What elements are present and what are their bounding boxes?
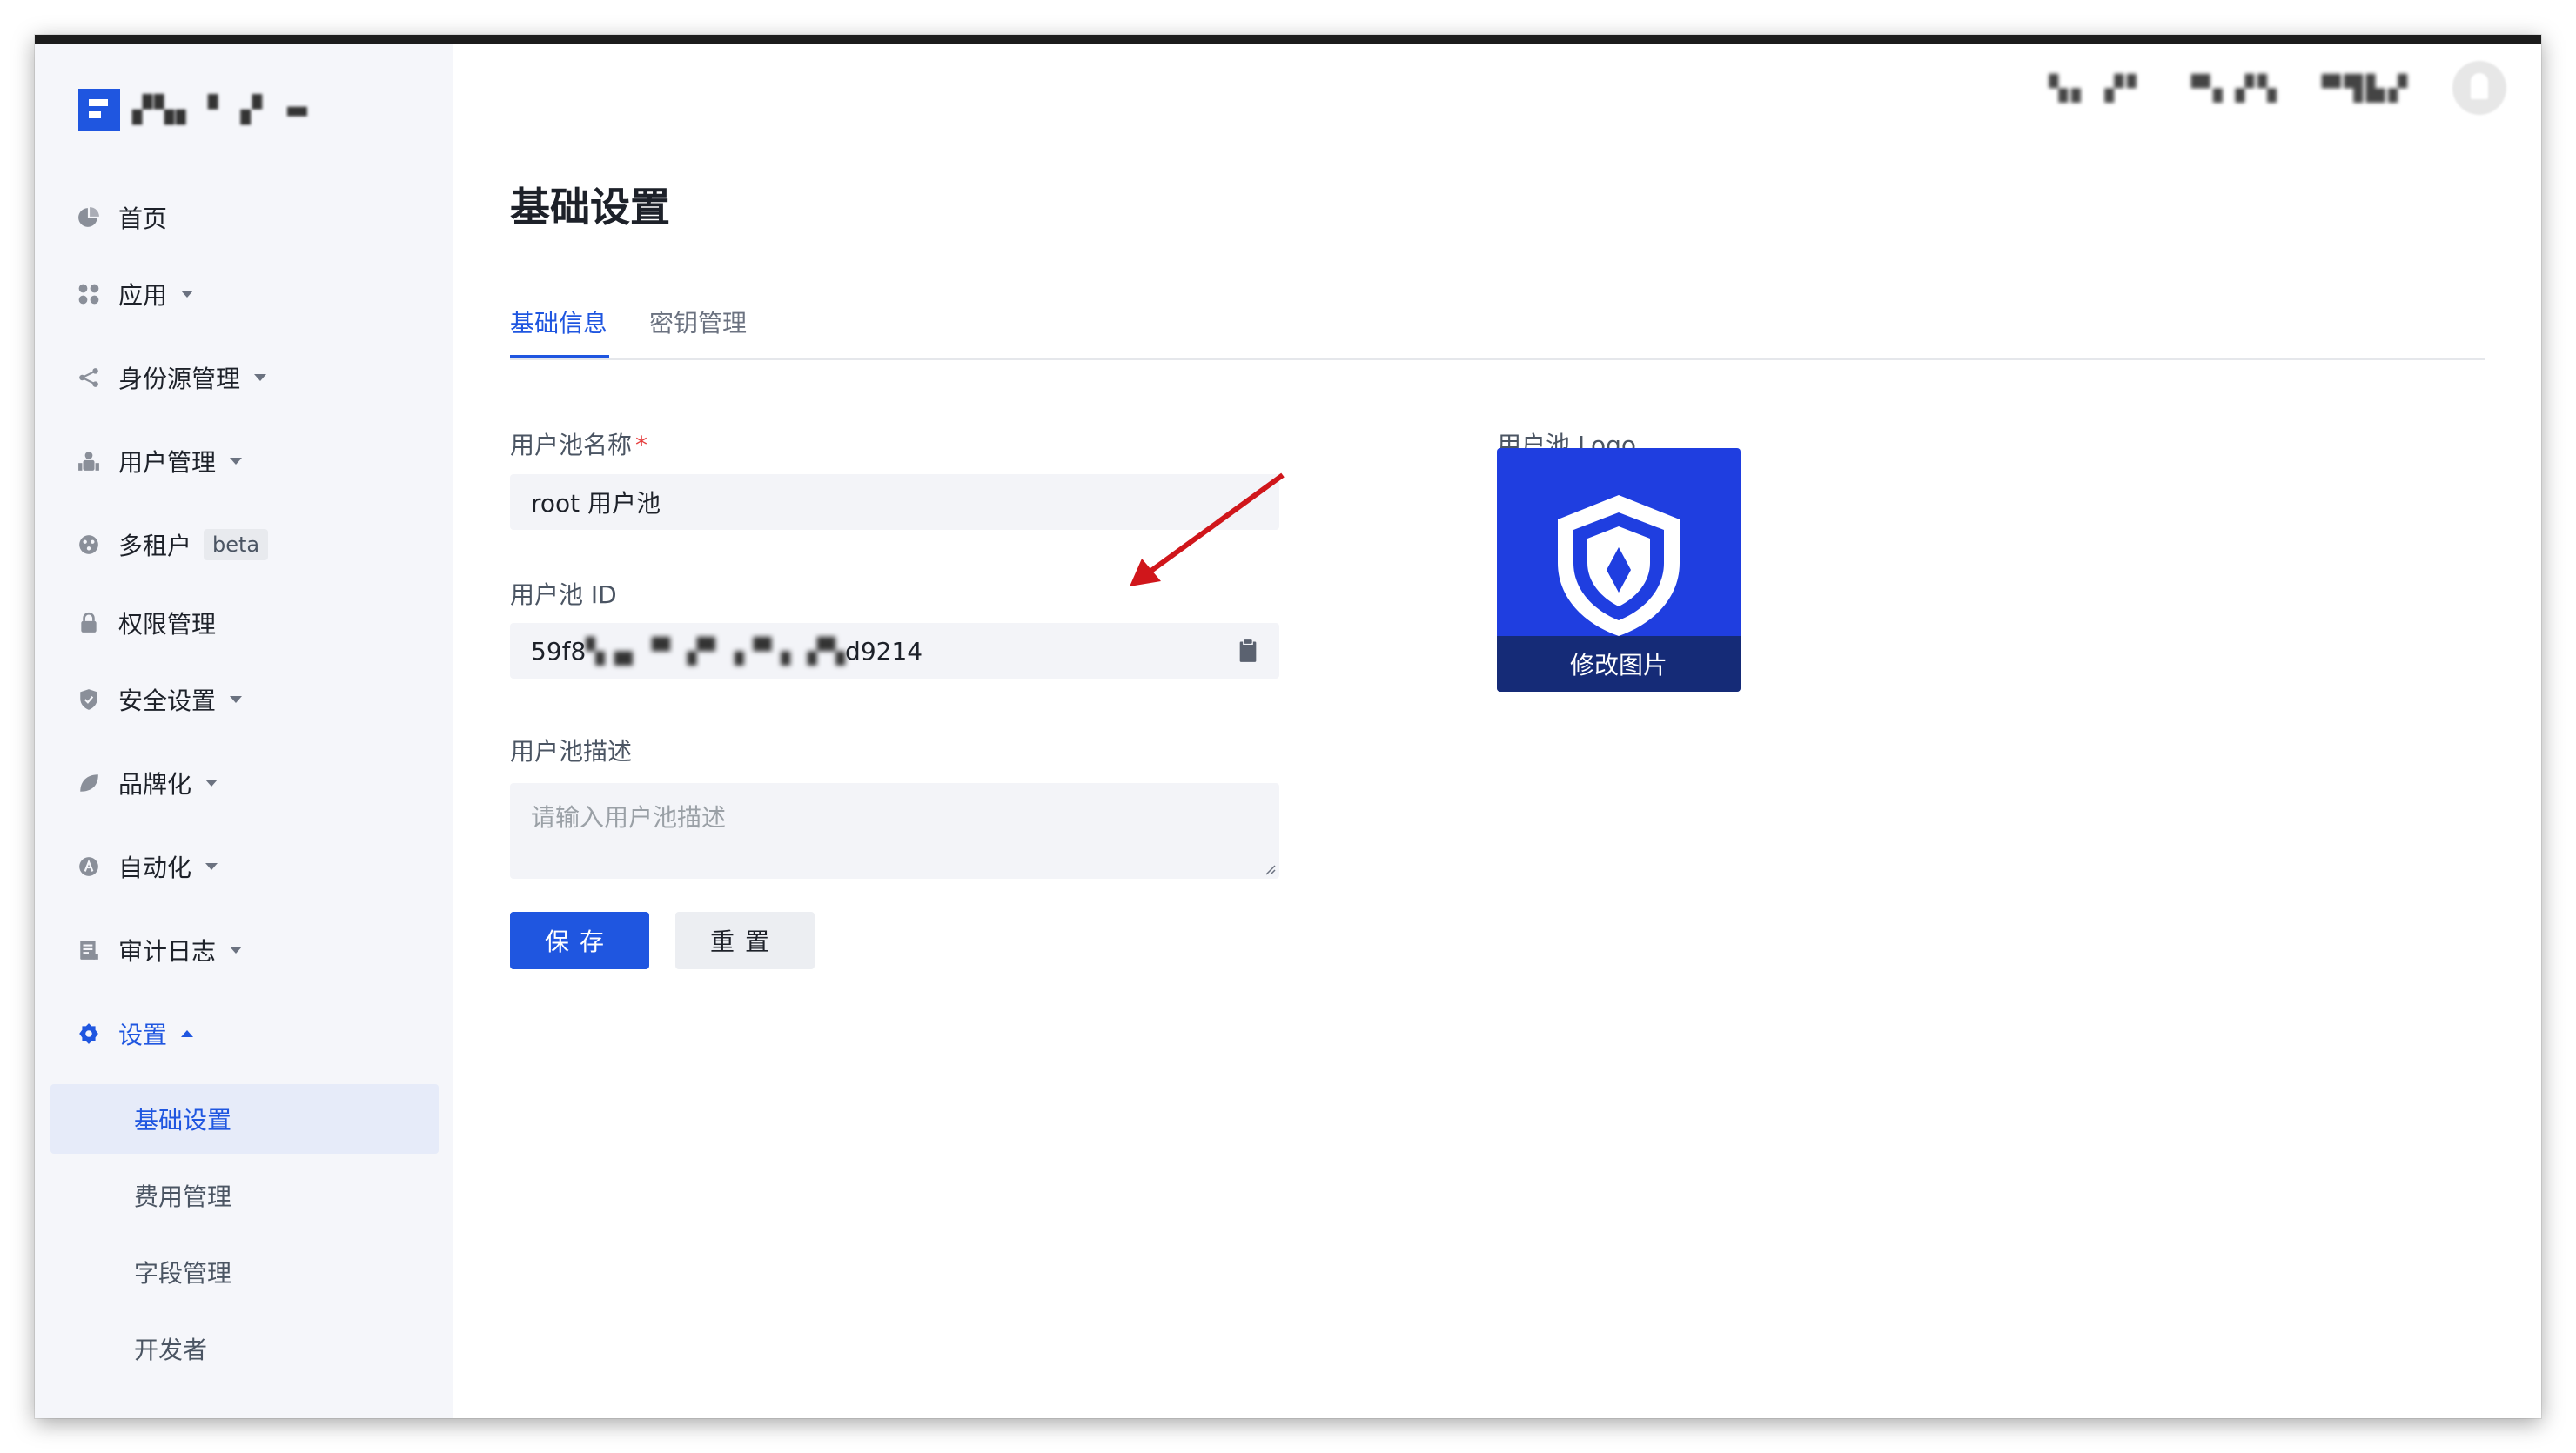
- annotation-arrow: [1130, 472, 1285, 586]
- save-button[interactable]: 保存: [510, 912, 649, 969]
- sidebar-item-label: 自动化: [118, 854, 192, 882]
- pool-id-suffix: d9214: [845, 636, 923, 666]
- sidebar-subitem-developer[interactable]: 开发者: [50, 1314, 439, 1383]
- sidebar-subitem-basic-settings[interactable]: 基础设置: [50, 1084, 439, 1154]
- lock-icon: [77, 611, 101, 635]
- chevron-down-icon: [205, 780, 218, 787]
- sidebar-item-label: 身份源管理: [118, 365, 241, 393]
- log-icon: [77, 938, 101, 962]
- resize-handle-icon[interactable]: [1262, 861, 1276, 875]
- chevron-down-icon: [181, 291, 194, 298]
- tab-bar: 基础信息 密钥管理: [510, 296, 2485, 360]
- chevron-down-icon: [230, 696, 243, 703]
- pool-id-prefix: 59f8: [531, 636, 587, 666]
- sidebar-item-label: 设置: [118, 1021, 168, 1049]
- share-icon: [77, 365, 101, 390]
- brand-logo-icon: [78, 89, 120, 131]
- sidebar-item-users[interactable]: 用户管理: [35, 435, 453, 487]
- sidebar-item-audit-log[interactable]: 审计日志: [35, 924, 453, 976]
- beta-badge: beta: [204, 529, 269, 560]
- pool-name-value: root 用户池: [531, 489, 661, 518]
- pool-id-field[interactable]: 59f8▚▗▖▝▘ ▞▘▗▝▘▖ ▞▚d9214: [510, 623, 1279, 679]
- required-mark: *: [635, 431, 648, 459]
- pool-id-value: 59f8▚▗▖▝▘ ▞▘▗▝▘▖ ▞▚d9214: [531, 637, 922, 666]
- tenant-icon: [77, 532, 101, 557]
- users-icon: [77, 449, 101, 473]
- main-content: ▚▖ ▞▘ ▀▖▞▚ ▀▜▙▞ 基础设置 基础信息 密钥管理 用户池名称 * ro…: [453, 44, 2541, 1418]
- chevron-down-icon: [254, 374, 267, 381]
- reset-button[interactable]: 重置: [675, 912, 815, 969]
- page-title: 基础设置: [510, 184, 670, 231]
- sidebar-item-label: 安全设置: [118, 686, 217, 715]
- shield-logo-icon: [1558, 495, 1680, 636]
- sidebar-item-apps[interactable]: 应用: [35, 268, 453, 320]
- change-logo-overlay[interactable]: 修改图片: [1497, 636, 1741, 692]
- clipboard-icon[interactable]: [1236, 639, 1260, 663]
- chevron-down-icon: [230, 458, 243, 465]
- sidebar-item-branding[interactable]: 品牌化: [35, 757, 453, 809]
- apps-icon: [77, 282, 101, 306]
- sidebar-subitem-fields[interactable]: 字段管理: [50, 1237, 439, 1307]
- sidebar-subitem-label: 字段管理: [134, 1259, 232, 1288]
- header-actions: ▚▖ ▞▘ ▀▖▞▚ ▀▜▙▞: [2049, 61, 2506, 115]
- header-link-2[interactable]: ▀▖▞▚: [2191, 74, 2280, 103]
- sidebar-subitem-label: 费用管理: [134, 1182, 232, 1211]
- automation-icon: [77, 854, 101, 879]
- avatar[interactable]: [2452, 61, 2506, 115]
- chevron-up-icon: [181, 1030, 194, 1037]
- sidebar-subitem-label: 开发者: [134, 1336, 208, 1364]
- sidebar-item-security[interactable]: 安全设置: [35, 673, 453, 726]
- tab-basic-info[interactable]: 基础信息: [510, 296, 609, 358]
- header-link-3[interactable]: ▀▜▙▞: [2322, 74, 2411, 103]
- tab-key-management[interactable]: 密钥管理: [649, 296, 754, 358]
- sidebar: ▞▚▖▝ ▗▘ ▬ 首页 应用 身份源管理 用户管理 多租户 beta 权限管理…: [35, 44, 453, 1418]
- sidebar-item-label: 权限管理: [118, 610, 217, 639]
- brand[interactable]: ▞▚▖▝ ▗▘ ▬: [78, 89, 312, 131]
- pool-description-placeholder: 请输入用户池描述: [531, 803, 727, 832]
- gear-icon: [77, 1021, 101, 1046]
- app-window: ▞▚▖▝ ▗▘ ▬ 首页 应用 身份源管理 用户管理 多租户 beta 权限管理…: [35, 35, 2541, 1418]
- pool-description-label: 用户池描述: [510, 737, 633, 766]
- sidebar-subitem-billing[interactable]: 费用管理: [50, 1161, 439, 1230]
- pool-name-label: 用户池名称 *: [510, 426, 647, 461]
- sidebar-item-label: 审计日志: [118, 937, 217, 966]
- pool-logo-uploader[interactable]: 修改图片: [1497, 448, 1741, 692]
- shield-icon: [77, 687, 101, 712]
- pool-name-label-text: 用户池名称: [510, 431, 633, 459]
- sidebar-item-permissions[interactable]: 权限管理: [35, 597, 453, 649]
- header-link-1[interactable]: ▚▖ ▞▘: [2049, 74, 2150, 103]
- pool-description-textarea[interactable]: 请输入用户池描述: [510, 783, 1279, 879]
- pie-chart-icon: [77, 205, 101, 230]
- sidebar-subitem-label: 基础设置: [134, 1106, 232, 1135]
- sidebar-item-multi-tenant[interactable]: 多租户 beta: [35, 519, 453, 571]
- leaf-icon: [77, 771, 101, 795]
- sidebar-item-settings[interactable]: 设置: [35, 1008, 453, 1060]
- sidebar-item-label: 品牌化: [118, 770, 192, 799]
- sidebar-item-automation[interactable]: 自动化: [35, 840, 453, 893]
- sidebar-item-label: 应用: [118, 281, 168, 310]
- chevron-down-icon: [230, 947, 243, 954]
- chevron-down-icon: [205, 863, 218, 870]
- sidebar-item-home[interactable]: 首页: [35, 191, 453, 244]
- sidebar-item-label: 首页: [118, 204, 168, 233]
- sidebar-item-label: 多租户: [118, 532, 192, 560]
- brand-name: ▞▚▖▝ ▗▘ ▬: [132, 94, 312, 125]
- sidebar-item-label: 用户管理: [118, 448, 217, 477]
- pool-id-masked: ▚▗▖▝▘ ▞▘▗▝▘▖ ▞▚: [586, 636, 846, 666]
- sidebar-item-identity-sources[interactable]: 身份源管理: [35, 352, 453, 404]
- pool-id-label: 用户池 ID: [510, 580, 617, 609]
